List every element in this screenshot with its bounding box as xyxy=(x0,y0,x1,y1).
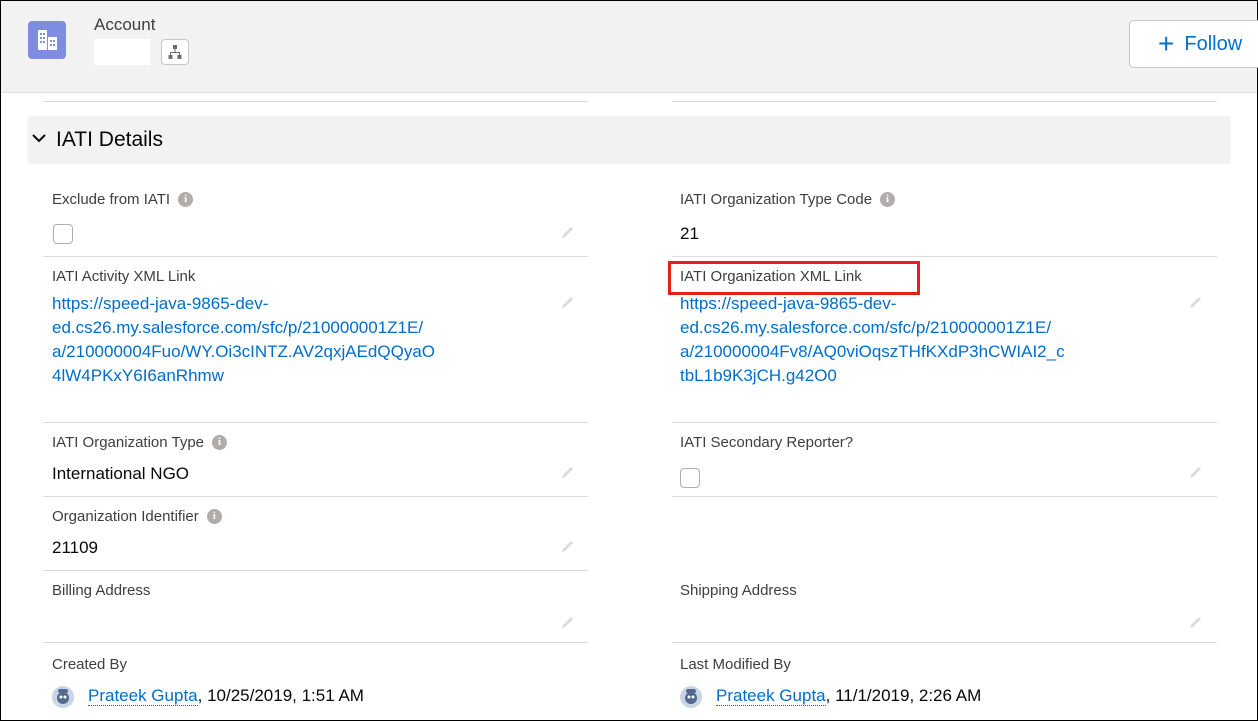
activity-xml-link[interactable]: https://speed-java-9865-dev- ed.cs26.my.… xyxy=(52,292,435,388)
field-label-last-modified-by: Last Modified By xyxy=(680,656,791,673)
pencil-icon[interactable] xyxy=(1188,614,1204,630)
divider xyxy=(672,256,1217,257)
account-building-icon xyxy=(28,21,66,59)
pencil-icon[interactable] xyxy=(560,538,576,554)
org-type-code-value: 21 xyxy=(680,224,699,243)
hierarchy-icon xyxy=(168,45,182,59)
field-label-secondary-reporter: IATI Secondary Reporter? xyxy=(680,434,854,451)
created-by-user-link[interactable]: Prateek Gupta xyxy=(88,686,198,706)
divider xyxy=(43,496,588,497)
divider xyxy=(672,422,1217,423)
user-avatar-icon xyxy=(680,686,702,708)
field-label-created-by: Created By xyxy=(52,656,128,673)
last-modified-by-value: Prateek Gupta, 11/1/2019, 2:26 AM xyxy=(716,686,982,706)
user-avatar-icon xyxy=(52,686,74,708)
chevron-down-icon[interactable] xyxy=(30,129,48,147)
section-header-iati[interactable] xyxy=(27,116,1231,164)
secondary-reporter-checkbox xyxy=(680,468,700,488)
divider xyxy=(43,570,588,571)
pencil-icon[interactable] xyxy=(1188,294,1204,310)
record-header: Account + Follow xyxy=(1,1,1258,93)
highlight-box xyxy=(668,261,920,295)
field-label-billing-address: Billing Address xyxy=(52,582,151,599)
field-label-activity-xml-link: IATI Activity XML Link xyxy=(52,268,196,285)
divider xyxy=(43,642,588,643)
org-identifier-value: 21109 xyxy=(52,538,99,557)
field-label-exclude-from-iati: Exclude from IATI i xyxy=(52,191,194,208)
info-icon[interactable]: i xyxy=(880,192,896,207)
pencil-icon[interactable] xyxy=(560,294,576,310)
info-icon[interactable]: i xyxy=(212,435,228,450)
divider xyxy=(672,101,1217,102)
org-type-value: International NGO xyxy=(52,464,190,483)
divider xyxy=(672,642,1217,643)
info-icon[interactable]: i xyxy=(206,509,222,524)
section-title: IATI Details xyxy=(56,128,163,151)
pencil-icon[interactable] xyxy=(560,614,576,630)
field-label-org-type-code: IATI Organization Type Code i xyxy=(680,191,896,208)
view-hierarchy-button[interactable] xyxy=(161,39,189,65)
info-icon[interactable]: i xyxy=(178,192,194,207)
divider xyxy=(43,422,588,423)
follow-button[interactable]: + Follow xyxy=(1129,20,1258,68)
pencil-icon[interactable] xyxy=(560,224,576,240)
field-label-org-type: IATI Organization Type i xyxy=(52,434,228,451)
field-label-org-identifier: Organization Identifier i xyxy=(52,508,222,525)
divider xyxy=(43,256,588,257)
pencil-icon[interactable] xyxy=(560,464,576,480)
last-modified-by-user-link[interactable]: Prateek Gupta xyxy=(716,686,826,706)
follow-label: Follow xyxy=(1184,32,1243,55)
field-label-shipping-address: Shipping Address xyxy=(680,582,797,599)
divider xyxy=(672,496,1217,497)
org-xml-link[interactable]: https://speed-java-9865-dev- ed.cs26.my.… xyxy=(680,292,1065,388)
object-type-label: Account xyxy=(94,15,156,34)
exclude-from-iati-checkbox xyxy=(53,224,73,244)
divider xyxy=(43,101,588,102)
pencil-icon[interactable] xyxy=(1188,464,1204,480)
created-by-value: Prateek Gupta, 10/25/2019, 1:51 AM xyxy=(88,686,364,706)
record-name xyxy=(94,39,150,65)
plus-icon: + xyxy=(1158,28,1175,59)
